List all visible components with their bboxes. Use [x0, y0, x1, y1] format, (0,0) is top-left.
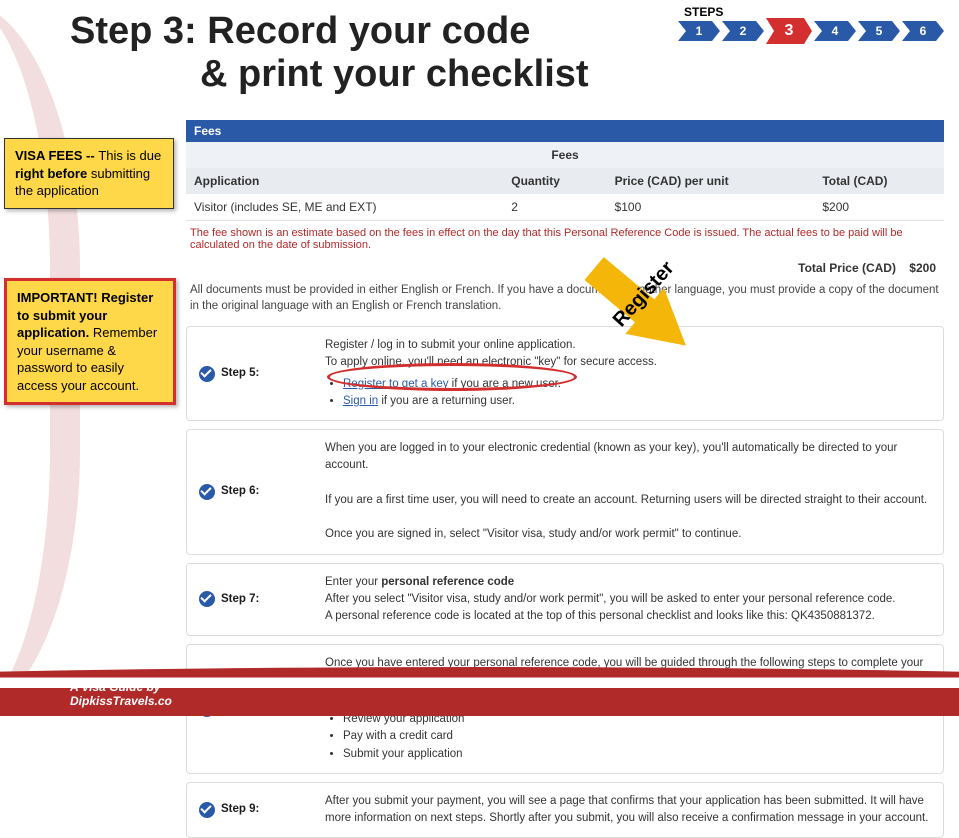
step-body: Enter your personal reference code After… [325, 574, 931, 626]
title-line-1: Step 3: Record your code [70, 10, 699, 53]
checklist-step-6: Step 6: When you are logged in to your e… [186, 429, 944, 555]
col-price: Price (CAD) per unit [607, 168, 815, 194]
checklist-step-7: Step 7: Enter your personal reference co… [186, 563, 944, 637]
footer-credit: A Visa Guide by DipkissTravels.co [70, 680, 172, 708]
register-arrow: Register [580, 247, 720, 357]
checklist-step-5: Step 5: Register / log in to submit your… [186, 326, 944, 421]
callout-register: IMPORTANT! Register to submit your appli… [4, 278, 176, 405]
steps-row: 1 2 3 4 5 6 [678, 21, 944, 44]
list-item: Submit your application [343, 746, 931, 763]
list-item: Register to get a key if you are a new u… [343, 376, 931, 393]
check-icon [199, 591, 215, 607]
fees-section-header: Fees [186, 120, 944, 142]
fee-disclaimer: The fee shown is an estimate based on th… [186, 221, 944, 257]
check-icon [199, 484, 215, 500]
checklist-step-9: Step 9: After you submit your payment, y… [186, 782, 944, 838]
list-item: Sign in if you are a returning user. [343, 393, 931, 410]
step-body: When you are logged in to your electroni… [325, 440, 931, 544]
register-key-link[interactable]: Register to get a key [343, 378, 448, 390]
step-progress: STEPS 1 2 3 4 5 6 [678, 5, 944, 44]
fees-subtitle: Fees [186, 142, 944, 168]
fees-table: Application Quantity Price (CAD) per uni… [186, 168, 944, 221]
sign-in-link[interactable]: Sign in [343, 395, 378, 407]
step-5[interactable]: 5 [858, 21, 900, 41]
callout-visa-fees: VISA FEES -- This is due right before su… [4, 138, 174, 209]
step-label: Step 5: [199, 365, 307, 382]
col-quantity: Quantity [503, 168, 606, 194]
total-price-line: Total Price (CAD) $200 [186, 257, 944, 279]
step-body: After you submit your payment, you will … [325, 793, 931, 828]
step-2[interactable]: 2 [722, 21, 764, 41]
document-language-note: All documents must be provided in either… [186, 279, 944, 318]
step-4[interactable]: 4 [814, 21, 856, 41]
steps-heading: STEPS [684, 5, 944, 19]
step-label: Step 9: [199, 801, 307, 818]
step-label: Step 7: [199, 591, 307, 608]
fees-header-row: Application Quantity Price (CAD) per uni… [186, 168, 944, 194]
step-3[interactable]: 3 [766, 18, 812, 44]
callout-lead: VISA FEES -- [15, 148, 98, 163]
checklist-panel: Fees Fees Application Quantity Price (CA… [186, 120, 944, 838]
title-line-2: & print your checklist [200, 53, 699, 96]
list-item: Pay with a credit card [343, 728, 931, 745]
col-application: Application [186, 168, 503, 194]
step-6[interactable]: 6 [902, 21, 944, 41]
check-icon [199, 802, 215, 818]
fees-row: Visitor (includes SE, ME and EXT) 2 $100… [186, 194, 944, 221]
page-title: Step 3: Record your code & print your ch… [70, 10, 699, 96]
check-icon [199, 366, 215, 382]
step-label: Step 6: [199, 483, 307, 500]
col-total: Total (CAD) [814, 168, 944, 194]
